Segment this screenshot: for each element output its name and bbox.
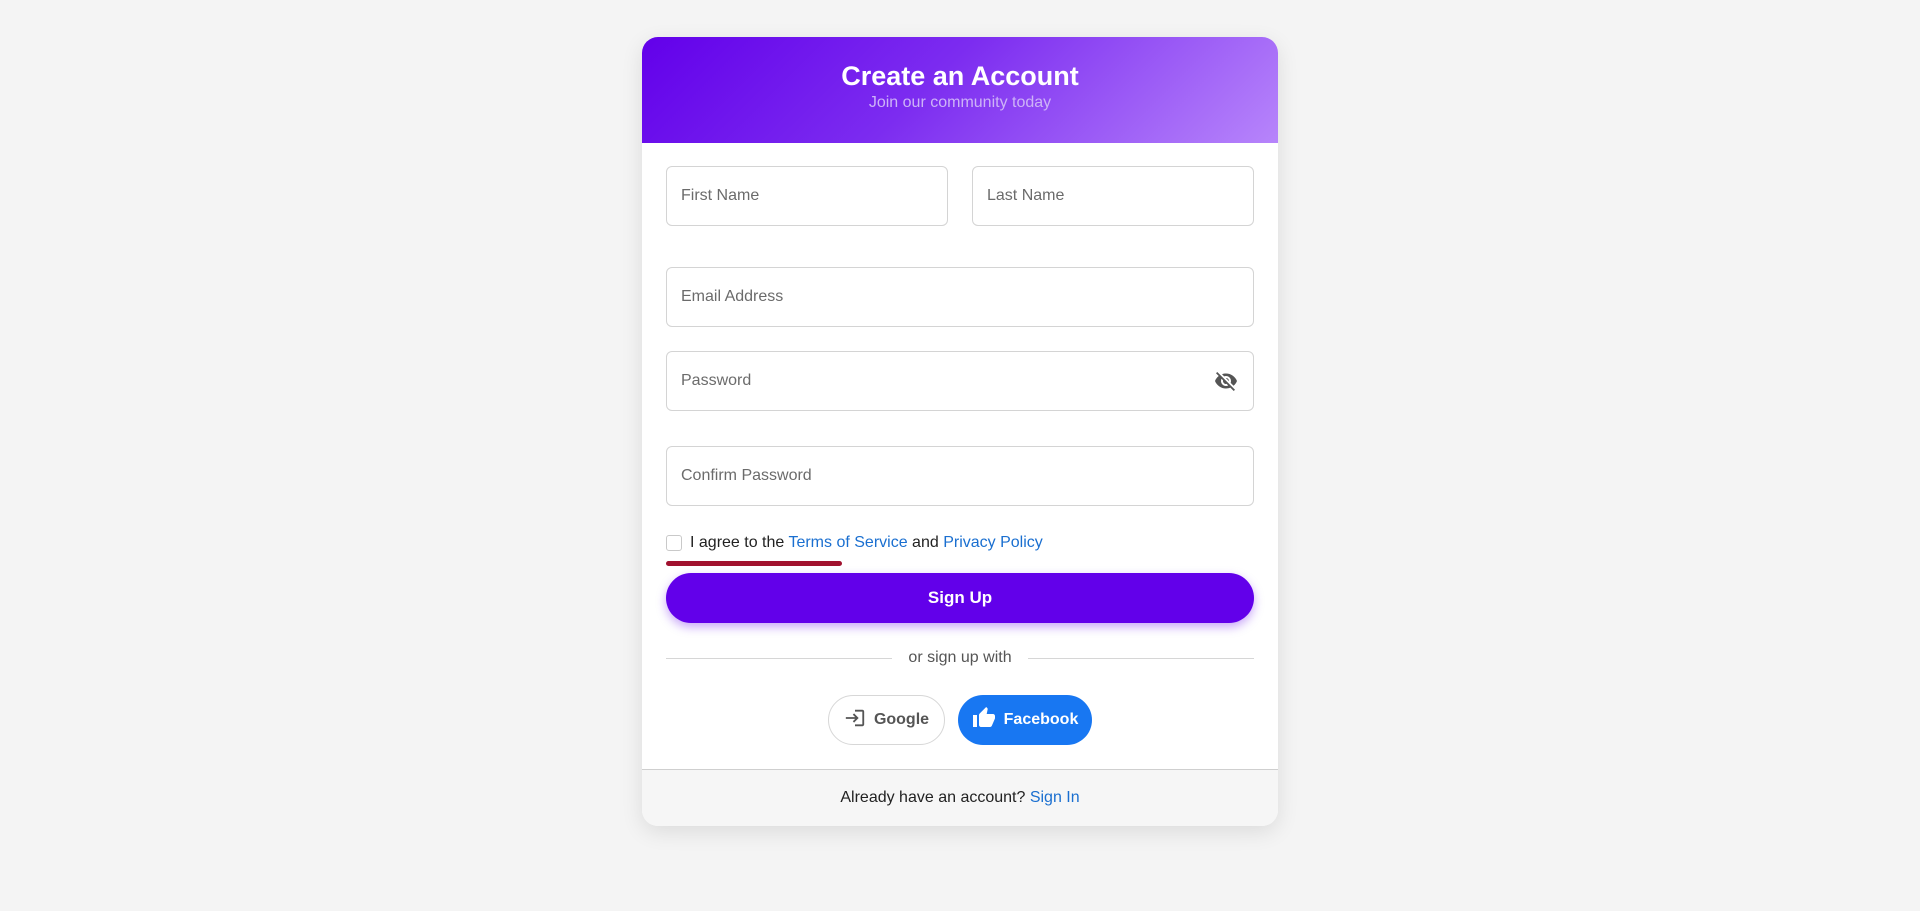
facebook-signup-button[interactable]: Facebook [958,695,1092,745]
google-label: Google [873,711,930,728]
terms-row: I agree to the Terms of Service and Priv… [666,534,1043,552]
confirm-password-input[interactable] [681,467,1239,485]
confirm-password-field[interactable] [666,446,1254,506]
terms-text: I agree to the Terms of Service and Priv… [690,534,1043,552]
signup-form [642,143,1278,769]
terms-of-service-link[interactable]: Terms of Service [788,534,907,551]
page-title: Create an Account [841,61,1079,91]
signup-card: Create an Account Join our community tod… [642,37,1278,826]
divider-line-left [666,657,893,659]
terms-prefix: I agree to the [690,534,789,551]
last-name-field[interactable] [972,166,1254,226]
divider-label: or sign up with [908,649,1012,666]
first-name-field[interactable] [666,166,948,226]
thumbs-up-icon [972,706,996,735]
password-input[interactable] [681,372,1213,390]
divider-line-right [1027,657,1255,659]
first-name-input[interactable] [681,187,933,205]
email-input[interactable] [681,288,1239,306]
login-icon [844,707,866,734]
email-field[interactable] [666,267,1254,327]
social-buttons: Google Facebook [642,695,1278,745]
sign-in-link[interactable]: Sign In [1030,789,1080,807]
page-subtitle: Join our community today [868,94,1052,111]
eye-off-icon[interactable] [1213,368,1239,394]
sign-up-button[interactable]: Sign Up [666,573,1254,623]
privacy-policy-link[interactable]: Privacy Policy [943,534,1043,551]
last-name-input[interactable] [987,187,1239,205]
card-header: Create an Account Join our community tod… [642,37,1278,143]
google-signup-button[interactable]: Google [828,695,945,745]
password-field[interactable] [666,351,1254,411]
facebook-label: Facebook [1003,711,1079,728]
card-footer: Already have an account? Sign In [642,769,1278,826]
social-divider: or sign up with [666,648,1255,668]
password-strength-bar [666,561,842,566]
terms-conjunction: and [907,534,944,551]
terms-checkbox[interactable] [666,535,682,551]
signin-prompt: Already have an account? [840,789,1030,806]
